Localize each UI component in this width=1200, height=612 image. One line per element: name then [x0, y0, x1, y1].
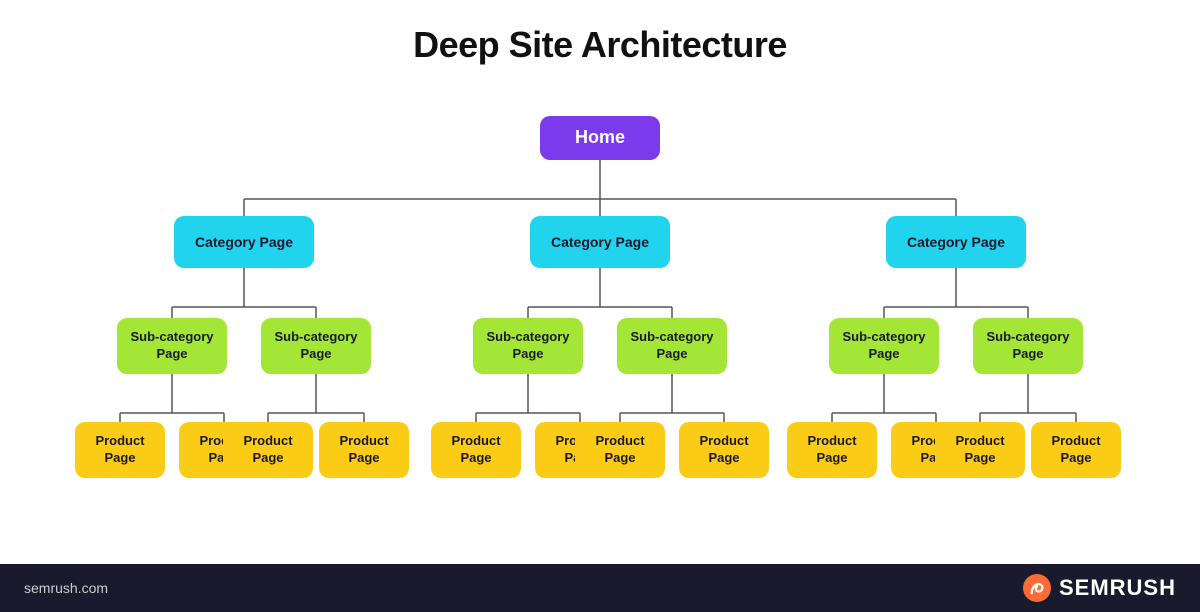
- product-label-7: Product Page: [575, 422, 665, 478]
- product-node-5: Product Page: [431, 422, 521, 478]
- nodes-layer: Home Category Page Category Page Categor…: [20, 94, 1180, 554]
- product-node-11: Product Page: [935, 422, 1025, 478]
- product-label-5: Product Page: [431, 422, 521, 478]
- category-node-2: Category Page: [530, 216, 670, 268]
- subcategory-label-2: Sub-category Page: [261, 318, 371, 374]
- subcategory-node-4: Sub-category Page: [617, 318, 727, 374]
- subcategory-label-5: Sub-category Page: [829, 318, 939, 374]
- category-label-3: Category Page: [886, 216, 1026, 268]
- product-label-4: Product Page: [319, 422, 409, 478]
- product-node-12: Product Page: [1031, 422, 1121, 478]
- product-node-4: Product Page: [319, 422, 409, 478]
- product-label-11: Product Page: [935, 422, 1025, 478]
- semrush-brand-text: SEMRUSH: [1059, 575, 1176, 601]
- product-node-7: Product Page: [575, 422, 665, 478]
- product-label-3: Product Page: [223, 422, 313, 478]
- semrush-icon: [1023, 574, 1051, 602]
- subcategory-node-5: Sub-category Page: [829, 318, 939, 374]
- category-node-1: Category Page: [174, 216, 314, 268]
- product-label-8: Product Page: [679, 422, 769, 478]
- diagram-container: Home Category Page Category Page Categor…: [20, 94, 1180, 554]
- category-label-2: Category Page: [530, 216, 670, 268]
- main-content: Deep Site Architecture: [0, 0, 1200, 564]
- product-node-8: Product Page: [679, 422, 769, 478]
- semrush-logo: SEMRUSH: [1023, 574, 1176, 602]
- home-node: Home: [540, 116, 660, 160]
- subcategory-node-1: Sub-category Page: [117, 318, 227, 374]
- footer: semrush.com SEMRUSH: [0, 564, 1200, 612]
- subcategory-node-6: Sub-category Page: [973, 318, 1083, 374]
- product-label-12: Product Page: [1031, 422, 1121, 478]
- page-title: Deep Site Architecture: [413, 24, 787, 66]
- product-node-9: Product Page: [787, 422, 877, 478]
- subcategory-node-2: Sub-category Page: [261, 318, 371, 374]
- subcategory-label-1: Sub-category Page: [117, 318, 227, 374]
- product-node-3: Product Page: [223, 422, 313, 478]
- subcategory-node-3: Sub-category Page: [473, 318, 583, 374]
- subcategory-label-4: Sub-category Page: [617, 318, 727, 374]
- home-label: Home: [540, 116, 660, 160]
- footer-domain: semrush.com: [24, 580, 108, 596]
- category-label-1: Category Page: [174, 216, 314, 268]
- product-node-1: Product Page: [75, 422, 165, 478]
- product-label-1: Product Page: [75, 422, 165, 478]
- category-node-3: Category Page: [886, 216, 1026, 268]
- subcategory-label-6: Sub-category Page: [973, 318, 1083, 374]
- product-label-9: Product Page: [787, 422, 877, 478]
- subcategory-label-3: Sub-category Page: [473, 318, 583, 374]
